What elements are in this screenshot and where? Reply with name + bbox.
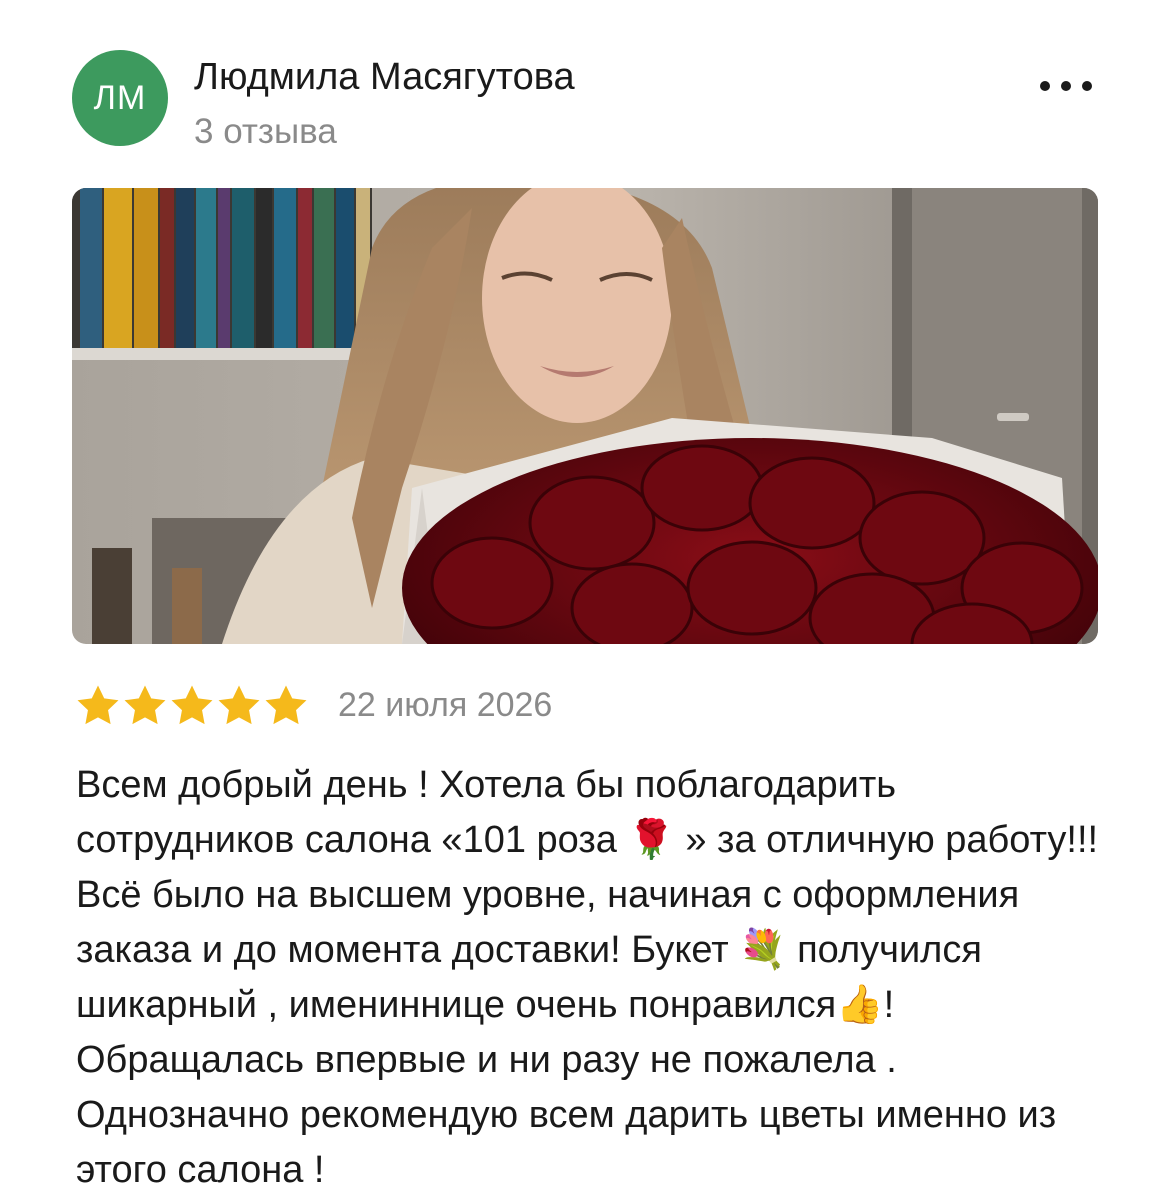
more-horizontal-icon <box>1040 81 1050 91</box>
review-date: 22 июля 2026 <box>338 685 553 724</box>
more-horizontal-icon-dot <box>1082 81 1092 91</box>
star-icon <box>123 684 167 726</box>
review-header: ЛМ Людмила Масягутова 3 отзыва <box>72 50 1102 152</box>
author-name[interactable]: Людмила Масягутова <box>194 56 575 99</box>
star-icon <box>217 684 261 726</box>
more-options-button[interactable] <box>1040 68 1092 104</box>
avatar[interactable]: ЛМ <box>72 50 168 146</box>
star-icon <box>76 684 120 726</box>
review-photo[interactable] <box>72 188 1098 644</box>
rating-stars <box>76 684 308 726</box>
review-photo-image <box>72 188 1098 644</box>
star-icon <box>170 684 214 726</box>
rating-row: 22 июля 2026 <box>76 680 552 730</box>
review-text: Всем добрый день ! Хотела бы поблагодари… <box>76 764 1099 1191</box>
reviews-count[interactable]: 3 отзыва <box>194 112 337 152</box>
more-horizontal-icon-dot <box>1061 81 1071 91</box>
avatar-initials: ЛМ <box>93 78 147 117</box>
star-icon <box>264 684 308 726</box>
